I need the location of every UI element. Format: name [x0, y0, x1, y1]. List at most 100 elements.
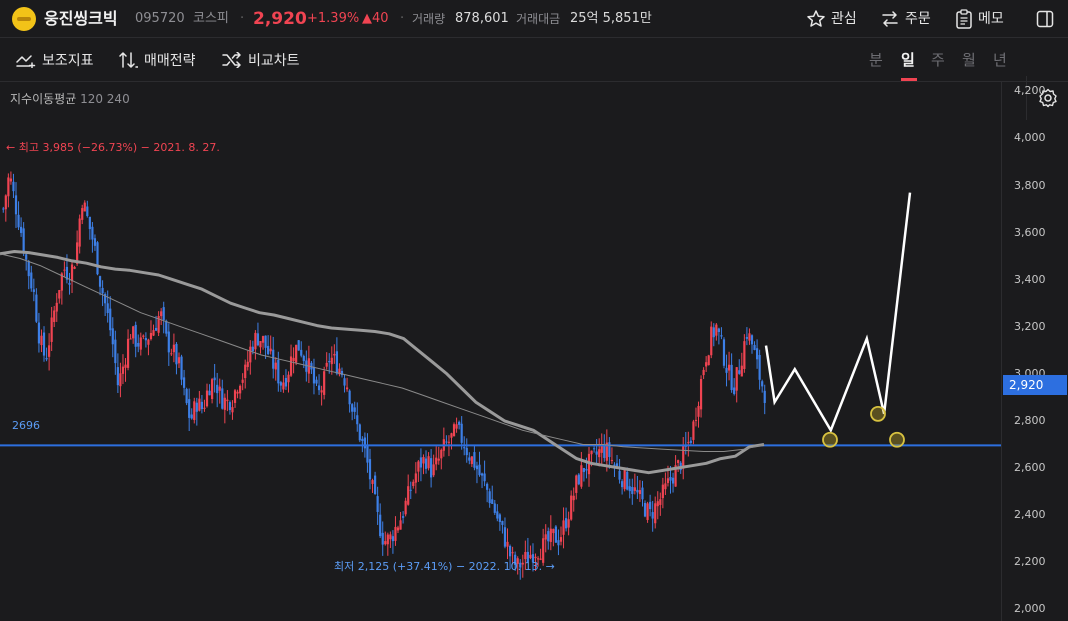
watch-button[interactable]: 관심 [806, 0, 857, 38]
compare-button[interactable]: 비교차트 [222, 38, 300, 82]
candle-body [755, 348, 759, 360]
candle-body [328, 360, 331, 363]
candle-body [735, 367, 738, 391]
candle-body [409, 489, 412, 491]
candle-body [330, 357, 333, 365]
period-year[interactable]: 년 [993, 38, 1007, 82]
candle-body [261, 336, 265, 343]
candle-body [580, 465, 583, 487]
candle-body [455, 424, 458, 429]
current-price-tag: 2,920 [1003, 375, 1067, 395]
candle-body [582, 468, 586, 472]
watch-label: 관심 [831, 11, 857, 27]
toggle-panel-button[interactable] [1036, 0, 1054, 38]
candle-body [137, 342, 140, 347]
candle-body [111, 328, 114, 345]
indicators-button[interactable]: 보조지표 [16, 38, 94, 82]
candle-body [124, 364, 127, 368]
candle-body [475, 465, 479, 470]
candle-body [96, 242, 99, 275]
candle-body [228, 402, 232, 411]
candle-body [458, 421, 461, 425]
candle-body [687, 442, 690, 444]
ma-title: 지수이동평균 [10, 92, 77, 106]
period-month[interactable]: 월 [962, 38, 976, 82]
candle-body [139, 337, 142, 350]
candle-body [689, 440, 692, 443]
candle-body [694, 419, 698, 421]
candle-body [572, 495, 575, 501]
candle-body [661, 484, 664, 499]
candle-body [317, 385, 321, 391]
company-logo-icon [12, 7, 36, 31]
compare-label: 비교차트 [248, 53, 300, 69]
candle-body [636, 489, 639, 493]
candle-body [407, 486, 410, 505]
up-down-arrows-icon [119, 52, 138, 68]
axis-tick-label: 2,000 [1014, 602, 1046, 616]
candle-body [750, 335, 754, 345]
candle-body [435, 457, 438, 465]
candle-body [664, 483, 667, 490]
candle-body [152, 330, 155, 336]
active-period-indicator [901, 78, 917, 81]
order-button[interactable]: 주문 [880, 0, 931, 38]
stock-header: 웅진씽크빅 095720 코스피 · 2,920 +1.39% ▲40 · 거래… [0, 0, 1068, 38]
marker-circle [870, 405, 886, 422]
candle-body [554, 526, 557, 543]
candle-body [106, 303, 109, 314]
candle-body [244, 364, 247, 379]
candle-body [659, 499, 662, 505]
candle-body [480, 473, 484, 476]
candle-body [320, 390, 323, 393]
candle-body [63, 269, 66, 271]
candle-body [116, 367, 119, 386]
candle-body [343, 378, 346, 386]
amount-value: 25억 5,851만 [570, 11, 652, 26]
candle-body [730, 364, 733, 391]
stock-name[interactable]: 웅진씽크빅 [44, 0, 118, 38]
change-percent: +1.39% [307, 11, 360, 26]
candle-body [231, 407, 234, 413]
candle-body [68, 282, 71, 285]
candle-body [264, 335, 267, 348]
period-day[interactable]: 일 [901, 38, 915, 82]
period-minute[interactable]: 분 [869, 38, 883, 82]
candle-body [483, 473, 486, 482]
volume-value: 878,601 [455, 11, 509, 26]
candle-body [631, 486, 634, 494]
candle-body [78, 218, 81, 247]
strategy-button[interactable]: 매매전략 [118, 38, 196, 82]
candle-body [394, 526, 397, 541]
candle-body [493, 503, 496, 513]
candle-body [333, 353, 336, 356]
strategy-label: 매매전략 [144, 53, 196, 69]
candle-body [12, 181, 15, 192]
candle-body [269, 348, 272, 352]
candle-body [727, 364, 731, 371]
candle-body [22, 228, 25, 253]
period-week[interactable]: 주 [931, 38, 945, 82]
candle-body [654, 503, 657, 524]
candle-body [53, 310, 56, 322]
axis-tick-label: 4,000 [1014, 131, 1046, 145]
candle-body [274, 362, 277, 370]
candle-body [725, 367, 728, 373]
candle-body [180, 356, 183, 380]
level-label: 2696 [12, 419, 40, 432]
candle-body [656, 501, 659, 507]
candle-body [93, 238, 97, 246]
price-axis[interactable]: 4,200 4,000 3,800 3,600 3,400 3,200 3,000 2,800… [1001, 82, 1068, 621]
candle-body [114, 339, 117, 364]
candle-body [335, 351, 338, 374]
candle-body [437, 458, 440, 461]
memo-button[interactable]: 메모 [955, 0, 1004, 38]
candle-body [223, 397, 226, 410]
candle-body [7, 177, 10, 197]
candle-body [325, 362, 328, 367]
candle-body [312, 366, 316, 384]
price-chart[interactable] [0, 82, 1001, 621]
candle-body [25, 254, 28, 260]
candle-body [677, 460, 680, 463]
candle-body [427, 456, 430, 469]
